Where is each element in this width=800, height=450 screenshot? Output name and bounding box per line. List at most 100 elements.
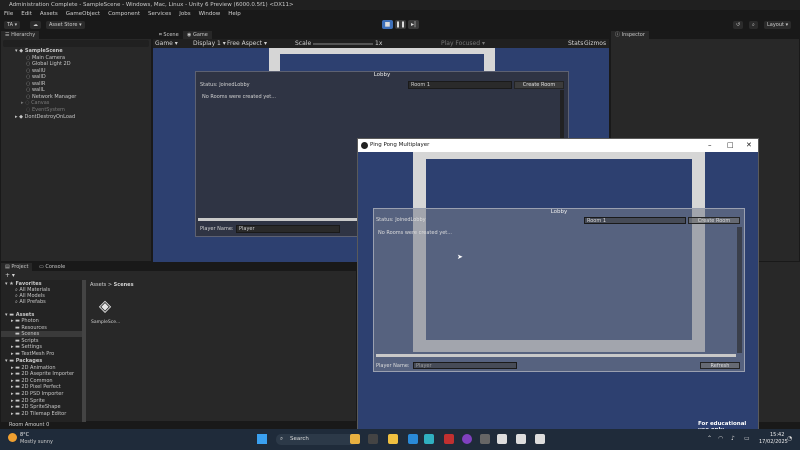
folder-photon[interactable]: ▸ ▬ Photon	[11, 318, 39, 324]
tray-battery-icon[interactable]: ▭	[744, 435, 750, 442]
clock-time[interactable]: 15:42	[770, 432, 784, 438]
play-button[interactable]: ■	[382, 20, 393, 29]
pp-player-name-input[interactable]: Player	[413, 362, 517, 369]
tray-chevron-icon[interactable]: ⌃	[707, 435, 712, 442]
game-toolbar: Game ▾ Display 1 ▾ Free Aspect ▾ Scale 1…	[153, 39, 609, 48]
menu-gameobject[interactable]: GameObject	[66, 10, 100, 19]
breadcrumb-scenes[interactable]: Scenes	[114, 282, 134, 288]
package-2d-spriteshape[interactable]: ▸ ▬ 2D SpriteShape	[11, 404, 61, 410]
menu-file[interactable]: File	[4, 10, 13, 19]
game-mode-dropdown[interactable]: Game ▾	[155, 40, 178, 47]
hierarchy-item-global-light[interactable]: ◌ Global Light 2D	[26, 61, 71, 67]
scene-file-label[interactable]: SampleSce...	[91, 320, 120, 325]
package-2d-tilemap[interactable]: ▸ ▬ 2D Tilemap Editor	[11, 411, 66, 417]
menu-services[interactable]: Services	[148, 10, 171, 19]
unity-scene-icon[interactable]: ◈	[94, 295, 116, 317]
add-asset-button[interactable]: + ▾	[5, 272, 15, 279]
pp-refresh-button[interactable]: Refresh	[700, 362, 740, 369]
tab-inspector[interactable]: ⓘ Inspector	[611, 31, 649, 39]
project-folder-tree: ▾ ★ Favorites ⌕ All Materials ⌕ All Mode…	[1, 280, 85, 422]
taskbar-file-explorer-icon[interactable]	[388, 434, 398, 444]
pause-button[interactable]: ❚❚	[395, 20, 406, 29]
hierarchy-search-input[interactable]	[3, 40, 149, 47]
favorite-all-prefabs[interactable]: ⌕ All Prefabs	[15, 299, 46, 305]
taskbar-app-gray-icon[interactable]	[480, 434, 490, 444]
hierarchy-item-walll[interactable]: ◌ wallL	[26, 87, 45, 93]
taskbar-edge-icon[interactable]	[408, 434, 418, 444]
pp-maximize-icon[interactable]: □	[727, 141, 734, 149]
player-name-input[interactable]: Player	[236, 225, 340, 233]
cloud-icon[interactable]: ☁	[30, 20, 41, 29]
menu-window[interactable]: Window	[199, 10, 221, 19]
no-rooms-message: No Rooms were created yet...	[202, 94, 276, 100]
tab-scene[interactable]: ⌗ Scene	[155, 31, 183, 39]
pp-lobby-scrollbar[interactable]	[737, 227, 742, 353]
folder-scenes[interactable]: ▬ Scenes	[1, 331, 85, 337]
taskbar-task-view-icon[interactable]	[368, 434, 378, 444]
package-2d-aseprite[interactable]: ▸ ▬ 2D Aseprite Importer	[11, 371, 74, 377]
stats-button[interactable]: Stats	[568, 40, 583, 47]
tab-console[interactable]: ▭ Console	[35, 263, 69, 271]
pp-window-title: Ping Pong Multiplayer	[370, 142, 430, 148]
pp-room-name-input[interactable]: Room 1	[584, 217, 686, 224]
pp-player-name-label: Player Name:	[376, 363, 410, 369]
tree-scrollbar[interactable]	[82, 280, 86, 422]
hierarchy-item-eventsystem[interactable]: ◌ EventSystem	[26, 107, 65, 113]
packages-header[interactable]: ▾ ▬ Packages	[5, 358, 42, 364]
scale-label: Scale	[295, 40, 312, 47]
create-room-button[interactable]: Create Room	[514, 81, 564, 89]
breadcrumb-assets[interactable]: Assets	[90, 282, 106, 288]
tab-hierarchy[interactable]: ☰ Hierarchy	[1, 31, 40, 39]
taskbar-app-red-icon[interactable]	[444, 434, 454, 444]
hierarchy-item-walld[interactable]: ◌ wallD	[26, 74, 46, 80]
display-dropdown[interactable]: Display 1 ▾	[193, 40, 226, 47]
pp-horizontal-scrollbar[interactable]	[376, 354, 736, 357]
scale-slider[interactable]	[313, 42, 373, 45]
lobby-horizontal-scrollbar[interactable]	[198, 218, 360, 221]
menu-assets[interactable]: Assets	[40, 10, 58, 19]
package-2d-psd[interactable]: ▸ ▬ 2D PSD Importer	[11, 391, 63, 397]
tab-game[interactable]: ◉ Game	[183, 31, 212, 39]
unity-logo-icon	[361, 142, 368, 149]
play-focused-dropdown[interactable]: Play Focused ▾	[441, 40, 485, 47]
package-2d-pixel-perfect[interactable]: ▸ ▬ 2D Pixel Perfect	[11, 384, 61, 390]
pp-lobby-panel: Lobby Status: JoinedLobby Room 1 Create …	[373, 208, 745, 372]
tray-volume-icon[interactable]: ♪	[731, 435, 735, 442]
taskbar-search-input[interactable]: ⌕ Search	[276, 434, 358, 445]
menu-help[interactable]: Help	[228, 10, 241, 19]
pp-close-icon[interactable]: ✕	[746, 141, 752, 149]
hierarchy-item-dontdestroyonload[interactable]: ▸ ◆ DontDestroyOnLoad	[15, 114, 75, 120]
pp-minimize-icon[interactable]: –	[708, 141, 712, 149]
aspect-dropdown[interactable]: Free Aspect ▾	[227, 40, 267, 47]
hierarchy-item-canvas[interactable]: ▸ ◌ Canvas	[21, 100, 49, 106]
hierarchy-item-samplescene[interactable]: ▾ ◆ SampleScene	[15, 48, 63, 54]
breadcrumb: Assets > Scenes	[90, 282, 134, 288]
windows-start-icon[interactable]	[257, 434, 267, 444]
menu-edit[interactable]: Edit	[21, 10, 32, 19]
clock-date[interactable]: 17/02/2025	[759, 439, 788, 445]
taskbar-unity-hub-icon[interactable]	[516, 434, 526, 444]
folder-settings[interactable]: ▸ ▬ Settings	[11, 344, 42, 350]
taskbar-unity-icon[interactable]	[497, 434, 507, 444]
step-button[interactable]: ▸|	[408, 20, 419, 29]
search-icon[interactable]: ⌕	[749, 20, 758, 29]
tab-project[interactable]: ▤ Project	[1, 263, 33, 271]
taskbar-app-purple-icon[interactable]	[462, 434, 472, 444]
asset-store-button[interactable]: Asset Store ▾	[46, 20, 85, 29]
weather-icon[interactable]	[8, 433, 17, 442]
layout-dropdown[interactable]: Layout ▾	[764, 20, 792, 29]
account-button[interactable]: TA ▾	[4, 20, 21, 29]
tray-network-icon[interactable]: ◠	[718, 435, 723, 442]
menu-jobs[interactable]: Jobs	[179, 10, 190, 19]
menu-bar: File Edit Assets GameObject Component Se…	[0, 10, 800, 19]
history-icon[interactable]: ↺	[733, 20, 744, 29]
pp-create-room-button[interactable]: Create Room	[688, 217, 740, 224]
folder-textmesh-pro[interactable]: ▸ ▬ TextMesh Pro	[11, 351, 54, 357]
notification-bell-icon[interactable]: ◔	[787, 435, 792, 442]
taskbar-store-icon[interactable]	[424, 434, 434, 444]
room-name-input[interactable]: Room 1	[408, 81, 512, 89]
menu-component[interactable]: Component	[108, 10, 140, 19]
gizmos-button[interactable]: Gizmos	[584, 40, 606, 47]
taskbar-app-widgets-icon[interactable]	[350, 434, 360, 444]
taskbar-ping-pong-icon[interactable]	[535, 434, 545, 444]
